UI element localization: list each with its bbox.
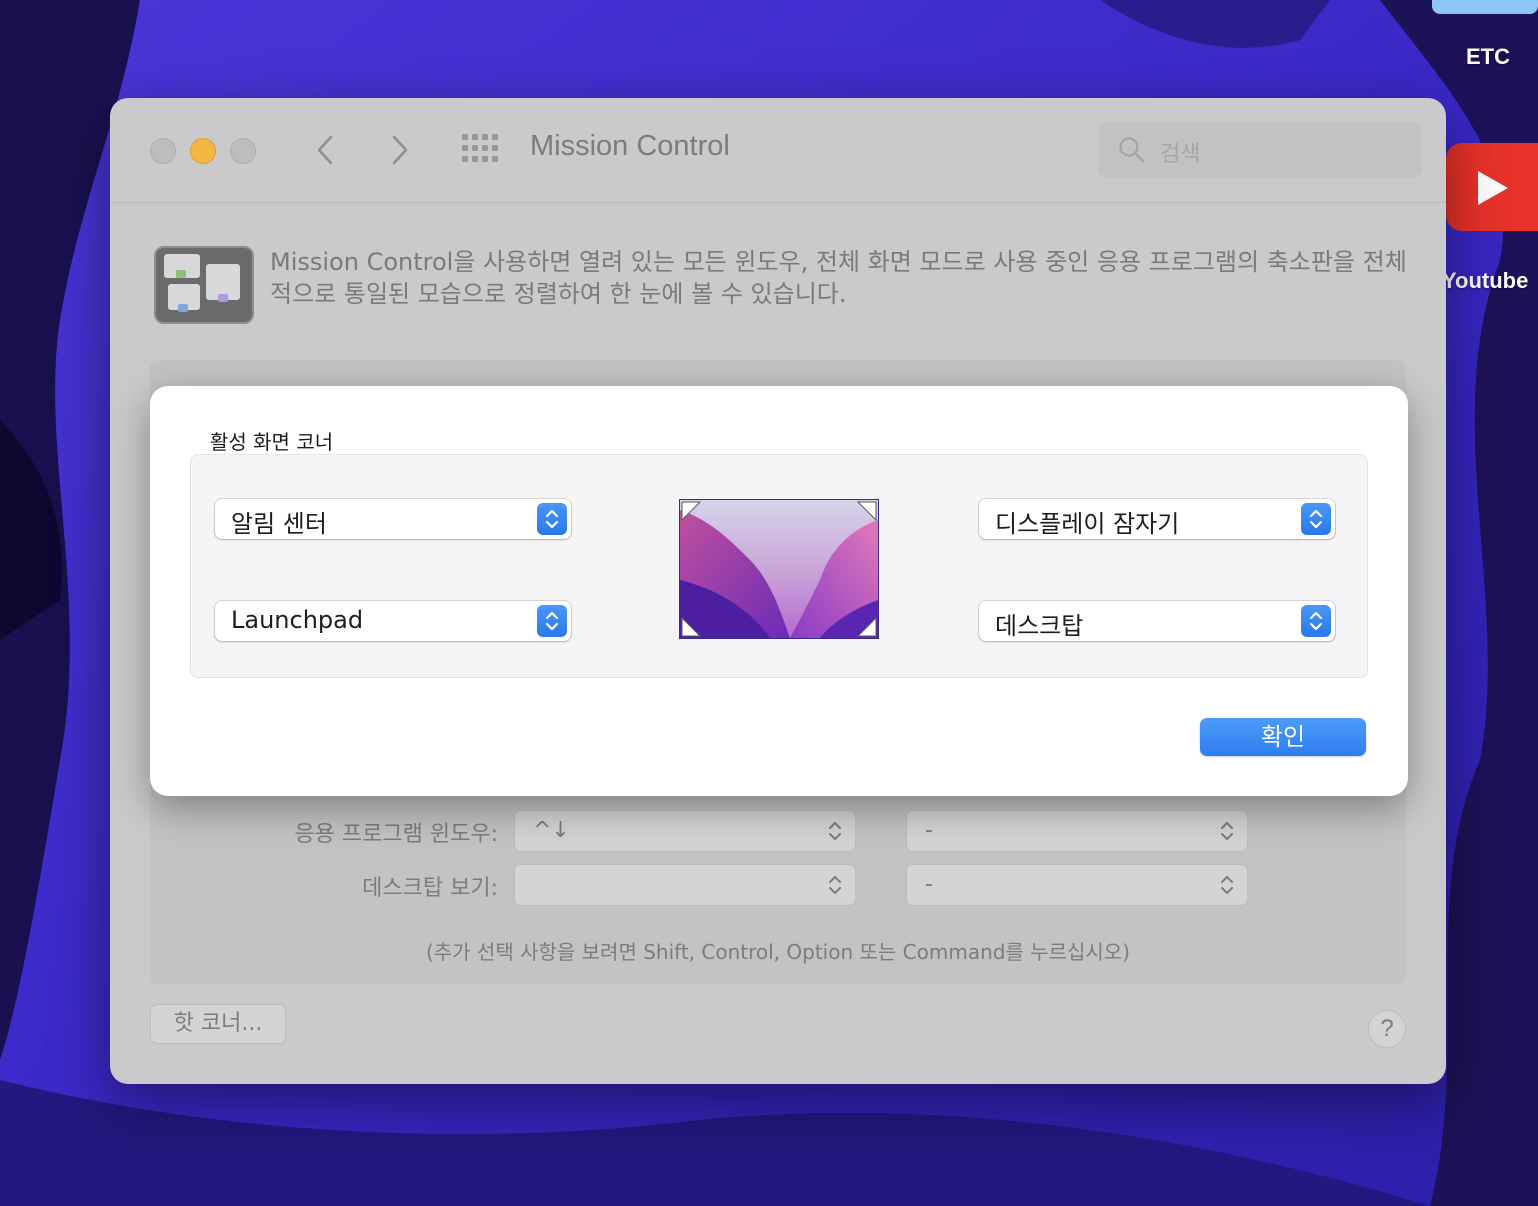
minimize-window-button[interactable] xyxy=(190,138,216,164)
show-desktop-key-select[interactable] xyxy=(514,864,856,906)
updown-chevron-icon xyxy=(829,876,841,894)
show-desktop-mouse-value: - xyxy=(925,872,933,897)
sheet-title: 활성 화면 코너 xyxy=(210,430,334,454)
chevron-right-icon xyxy=(392,135,408,165)
title-bar: Mission Control 검색 xyxy=(110,98,1446,203)
mission-control-icon xyxy=(154,246,254,324)
app-windows-label: 응용 프로그램 윈도우: xyxy=(294,822,498,847)
top-right-corner-value: 디스플레이 잠자기 xyxy=(995,510,1180,538)
zoom-window-button[interactable] xyxy=(230,138,256,164)
desktop-label-youtube[interactable]: Youtube xyxy=(1442,268,1528,294)
ok-button[interactable]: 확인 xyxy=(1200,718,1366,756)
close-window-button[interactable] xyxy=(150,138,176,164)
app-windows-key-select[interactable]: ^↓ xyxy=(514,810,856,852)
show-desktop-mouse-select[interactable]: - xyxy=(906,864,1248,906)
desktop-label-etc[interactable]: ETC xyxy=(1466,44,1510,70)
updown-chevron-icon xyxy=(1301,605,1331,637)
updown-chevron-icon xyxy=(829,822,841,840)
folder-icon[interactable] xyxy=(1432,0,1538,14)
help-button[interactable]: ? xyxy=(1368,1010,1406,1048)
bottom-left-corner-select[interactable]: Launchpad xyxy=(215,601,571,641)
top-left-corner-select[interactable]: 알림 센터 xyxy=(215,499,571,539)
bottom-left-corner-value: Launchpad xyxy=(231,606,364,634)
forward-button[interactable] xyxy=(385,130,415,170)
search-icon xyxy=(1119,137,1145,163)
show-desktop-label: 데스크탑 보기: xyxy=(362,876,498,901)
window-title: Mission Control xyxy=(530,130,730,162)
app-windows-key-value: ^↓ xyxy=(533,818,570,843)
grid-icon xyxy=(462,134,498,162)
hot-corners-sheet: 활성 화면 코너 알림 센터 Launchpad 디스플레이 잠자기 데스크탑 … xyxy=(150,386,1408,796)
app-windows-mouse-select[interactable]: - xyxy=(906,810,1248,852)
updown-chevron-icon xyxy=(1301,503,1331,535)
top-left-corner-value: 알림 센터 xyxy=(231,510,327,538)
bottom-right-corner-value: 데스크탑 xyxy=(995,612,1084,640)
top-right-corner-select[interactable]: 디스플레이 잠자기 xyxy=(979,499,1335,539)
bottom-right-corner-select[interactable]: 데스크탑 xyxy=(979,601,1335,641)
youtube-app-icon[interactable] xyxy=(1446,143,1538,231)
updown-chevron-icon xyxy=(1221,876,1233,894)
search-field[interactable]: 검색 xyxy=(1098,122,1422,178)
show-all-button[interactable] xyxy=(462,134,500,164)
modifier-hint: (추가 선택 사항을 보려면 Shift, Control, Option 또는… xyxy=(425,940,1131,964)
hot-corners-button[interactable]: 핫 코너... xyxy=(150,1004,286,1044)
corners-box: 알림 센터 Launchpad 디스플레이 잠자기 데스크탑 xyxy=(190,454,1368,678)
mission-control-description: Mission Control을 사용하면 열려 있는 모든 윈도우, 전체 화… xyxy=(270,248,1407,308)
chevron-left-icon xyxy=(317,135,333,165)
updown-chevron-icon xyxy=(537,605,567,637)
screen-preview-image xyxy=(679,499,879,639)
app-windows-mouse-value: - xyxy=(925,818,933,843)
search-placeholder: 검색 xyxy=(1160,142,1201,167)
back-button[interactable] xyxy=(310,130,340,170)
updown-chevron-icon xyxy=(537,503,567,535)
updown-chevron-icon xyxy=(1221,822,1233,840)
